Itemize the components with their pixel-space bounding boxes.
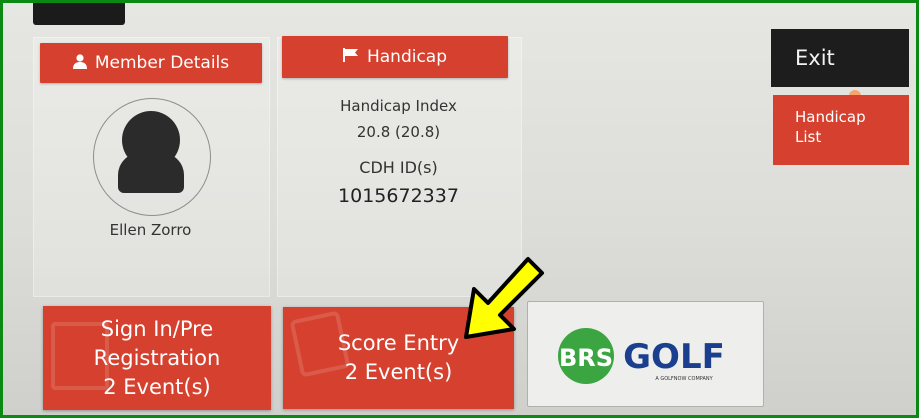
sign-in-pre-registration-button[interactable]: Sign In/Pre Registration 2 Event(s) [43, 306, 271, 410]
signin-line2: Registration [93, 345, 221, 370]
signin-line1: Sign In/Pre [100, 316, 214, 341]
handicap-label: Handicap [366, 47, 448, 67]
yellow-arrow-icon [464, 257, 544, 339]
kiosk-screen: Member Details Handicap Ellen Zorro Hand… [0, 0, 919, 418]
handicap-button[interactable]: Handicap [282, 36, 508, 78]
score-line1: Score Entry [337, 331, 460, 355]
exit-label: Exit [795, 46, 835, 70]
member-details-button[interactable]: Member Details [40, 43, 262, 83]
handicap-list-line1: Handicap [795, 108, 866, 126]
score-line2: 2 Event(s) [344, 360, 453, 384]
logo-golf-text: GOLF [623, 337, 725, 377]
brs-golf-logo-panel: BRS GOLF A GOLFNOW COMPANY [527, 301, 764, 407]
signin-line3: 2 Event(s) [103, 374, 211, 399]
exit-button[interactable]: Exit [771, 29, 909, 87]
logo-tagline: A GOLFNOW COMPANY [655, 376, 713, 382]
member-name: Ellen Zorro [109, 221, 192, 239]
flag-icon [342, 48, 359, 66]
handicap-list-button[interactable]: Handicap List [773, 95, 909, 165]
top-tab[interactable] [33, 3, 125, 25]
brs-golf-logo: BRS GOLF A GOLFNOW COMPANY [558, 328, 725, 384]
cdh-id-label: CDH ID(s) [359, 158, 438, 177]
logo-brs-text: BRS [559, 344, 613, 372]
member-details-label: Member Details [94, 53, 230, 73]
handicap-list-line2: List [795, 128, 822, 146]
handicap-index-value: 20.8 (20.8) [356, 123, 441, 141]
person-icon [72, 53, 87, 73]
cdh-id-value: 1015672337 [338, 185, 459, 207]
avatar-body [118, 153, 184, 193]
handicap-index-label: Handicap Index [340, 97, 457, 115]
